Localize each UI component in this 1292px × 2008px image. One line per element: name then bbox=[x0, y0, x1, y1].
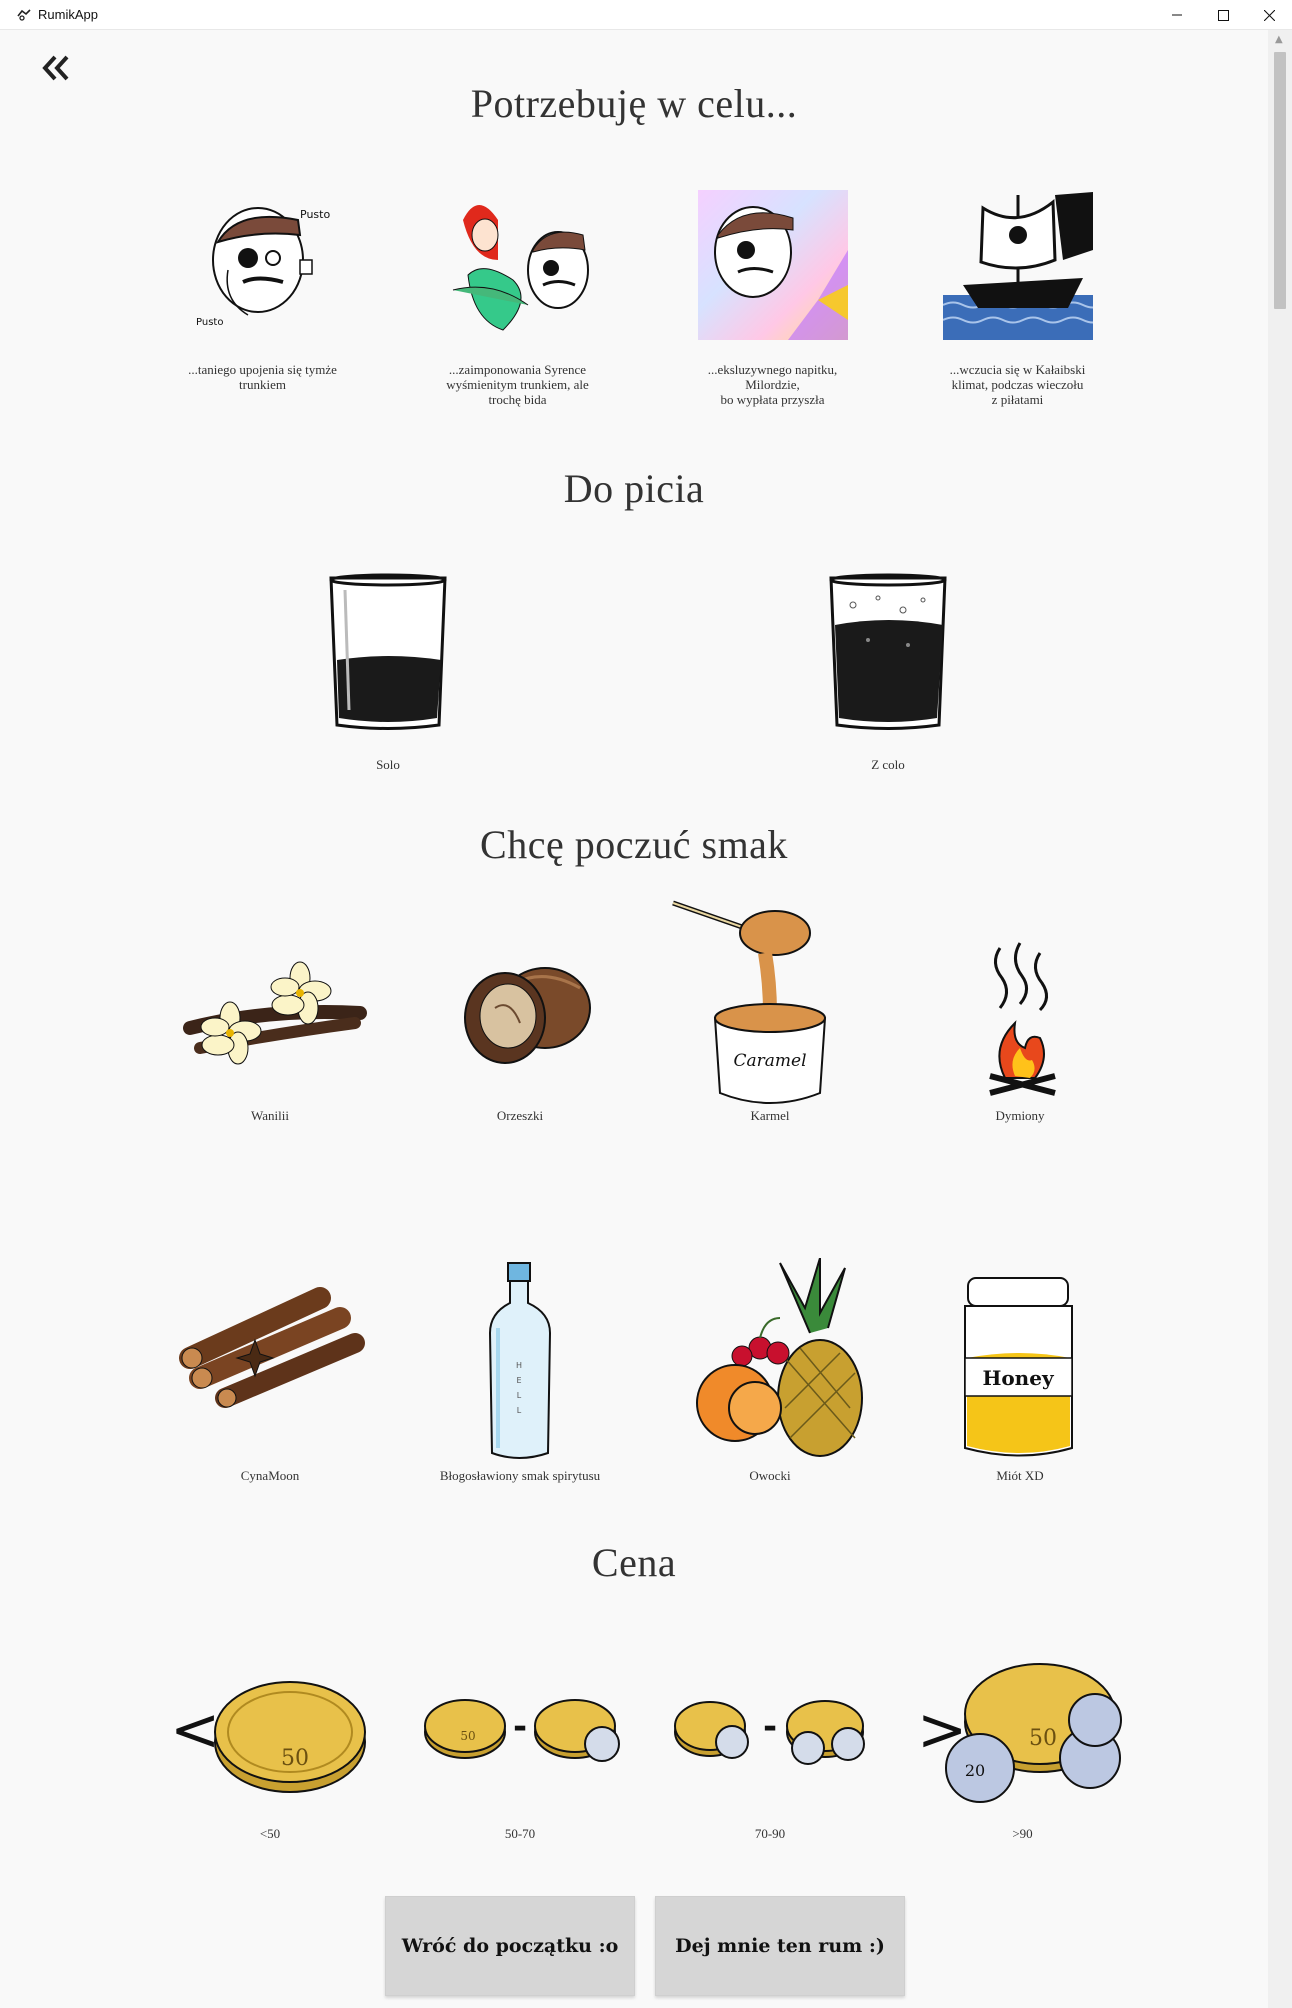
svg-text:L: L bbox=[517, 1391, 522, 1400]
app-icon bbox=[17, 8, 31, 21]
section-title-drink: Do picia bbox=[563, 466, 705, 511]
scrollbar-thumb[interactable] bbox=[1274, 52, 1286, 309]
gin-bottle-image: H E L L bbox=[420, 1258, 620, 1468]
submit-button[interactable]: Dej mnie ten rum :) bbox=[655, 1896, 905, 1996]
minimize-icon bbox=[1172, 14, 1182, 16]
taste-option-vanilla[interactable]: Wanilii bbox=[170, 898, 370, 1123]
coins-70-90-image: - bbox=[670, 1650, 870, 1810]
taste-option-label: Owocki bbox=[749, 1468, 791, 1483]
price-option-50-70[interactable]: 50 - 50-70 bbox=[420, 1650, 620, 1841]
svg-text:<: < bbox=[170, 1695, 220, 1765]
reset-button[interactable]: Wróć do początku :o bbox=[385, 1896, 635, 1996]
close-icon bbox=[1263, 9, 1275, 21]
drink-option-label: Solo bbox=[376, 757, 400, 772]
purpose-option-mermaid[interactable]: ...zaimponowania Syrence wyśmienitym tru… bbox=[420, 190, 615, 407]
minimize-button[interactable] bbox=[1154, 0, 1200, 30]
taste-option-spirit[interactable]: H E L L Błogosławiony smak spirytusu bbox=[420, 1258, 620, 1483]
taste-option-label: Miót XD bbox=[996, 1468, 1044, 1483]
price-option-label: <50 bbox=[259, 1826, 281, 1841]
purpose-option-label: ...eksluzywnego napitku, Milordzie, bo w… bbox=[707, 362, 838, 407]
purpose-option-caribbean[interactable]: ...wczucia się w Kałaibski klimat, podcz… bbox=[920, 190, 1115, 407]
taste-option-label: Dymiony bbox=[995, 1108, 1045, 1123]
purpose-option-label: ...taniego upojenia się tymże trunkiem bbox=[188, 362, 337, 392]
glass-cola-image bbox=[823, 570, 953, 735]
taste-option-label: Wanilii bbox=[251, 1108, 289, 1123]
pirate-ship-image bbox=[942, 190, 1093, 340]
caramel-jar-image: Caramel bbox=[670, 898, 870, 1108]
pirate-with-cup-image: Pusto Pusto bbox=[188, 190, 338, 340]
coin-value: 50 bbox=[1029, 1726, 1057, 1751]
section-title-price: Cena bbox=[591, 1540, 677, 1585]
honey-jar-text: Honey bbox=[982, 1366, 1055, 1390]
section-title-purpose: Potrzebuję w celu... bbox=[470, 81, 798, 126]
taste-option-honey[interactable]: Honey Miót XD bbox=[920, 1258, 1120, 1483]
svg-text:50: 50 bbox=[460, 1729, 475, 1743]
coins-50-70-image: 50 - bbox=[420, 1650, 620, 1810]
drink-option-solo[interactable]: Solo bbox=[288, 570, 488, 772]
purpose-option-exclusive[interactable]: ...eksluzywnego napitku, Milordzie, bo w… bbox=[675, 190, 870, 407]
maximize-button[interactable] bbox=[1200, 0, 1246, 30]
caramel-jar-text: Caramel bbox=[733, 1051, 806, 1071]
pirate-rainbow-image bbox=[697, 190, 848, 340]
price-option-label: 70-90 bbox=[754, 1826, 786, 1841]
price-option-over-90[interactable]: > 50 20 >90 bbox=[915, 1650, 1130, 1841]
purpose-option-cheap[interactable]: Pusto Pusto ...taniego upojenia się tymż… bbox=[165, 190, 360, 392]
svg-text:Pusto: Pusto bbox=[300, 208, 330, 221]
campfire-smoke-image bbox=[920, 898, 1120, 1108]
drink-option-label: Z colo bbox=[871, 757, 905, 772]
purpose-option-label: ...zaimponowania Syrence wyśmienitym tru… bbox=[446, 362, 589, 407]
hazelnut-image bbox=[420, 898, 620, 1108]
taste-option-fruits[interactable]: Owocki bbox=[670, 1258, 870, 1483]
window-controls bbox=[1154, 0, 1292, 30]
coins-over-90-image: > 50 20 bbox=[915, 1650, 1130, 1810]
maximize-icon bbox=[1217, 9, 1229, 21]
svg-text:Pusto: Pusto bbox=[196, 317, 223, 328]
drink-option-cola[interactable]: Z colo bbox=[788, 570, 988, 772]
taste-option-label: CynaMoon bbox=[240, 1468, 300, 1483]
vanilla-image bbox=[170, 898, 370, 1108]
section-title-taste: Chcę poczuć smak bbox=[480, 822, 788, 867]
price-option-label: >90 bbox=[1012, 1826, 1033, 1841]
taste-option-smoky[interactable]: Dymiony bbox=[920, 898, 1120, 1123]
small-coin-value: 20 bbox=[965, 1761, 985, 1780]
svg-text:E: E bbox=[516, 1376, 521, 1385]
svg-text:L: L bbox=[517, 1406, 522, 1415]
taste-option-cinnamon[interactable]: CynaMoon bbox=[170, 1258, 370, 1483]
window-titlebar: RumikApp bbox=[0, 0, 1292, 30]
close-button[interactable] bbox=[1246, 0, 1292, 30]
window-title: RumikApp bbox=[38, 7, 98, 22]
price-option-under-50[interactable]: < 50 <50 bbox=[160, 1650, 380, 1841]
double-chevron-left-icon bbox=[42, 55, 69, 81]
price-option-70-90[interactable]: - 70-90 bbox=[670, 1650, 870, 1841]
svg-text:-: - bbox=[763, 1707, 777, 1747]
cinnamon-sticks-image bbox=[170, 1258, 370, 1468]
svg-text:-: - bbox=[513, 1707, 527, 1747]
fruits-image bbox=[670, 1258, 870, 1468]
coins-under-50-image: < 50 bbox=[160, 1650, 380, 1810]
pirate-with-mermaid-image bbox=[443, 190, 593, 340]
taste-option-hazelnut[interactable]: Orzeszki bbox=[420, 898, 620, 1123]
honey-jar-image: Honey bbox=[920, 1258, 1120, 1468]
scroll-up-arrow-icon[interactable]: ▲ bbox=[1275, 34, 1283, 45]
coin-value: 50 bbox=[281, 1746, 309, 1771]
taste-option-label: Orzeszki bbox=[496, 1108, 544, 1123]
price-option-label: 50-70 bbox=[504, 1826, 536, 1841]
svg-text:H: H bbox=[516, 1361, 522, 1370]
purpose-option-label: ...wczucia się w Kałaibski klimat, podcz… bbox=[949, 362, 1086, 407]
taste-option-label: Karmel bbox=[750, 1108, 790, 1123]
vertical-scrollbar[interactable]: ▲ bbox=[1268, 30, 1292, 2008]
glass-solo-image bbox=[323, 570, 453, 735]
taste-option-caramel[interactable]: Caramel Karmel bbox=[670, 898, 870, 1123]
taste-option-label: Błogosławiony smak spirytusu bbox=[439, 1468, 601, 1483]
